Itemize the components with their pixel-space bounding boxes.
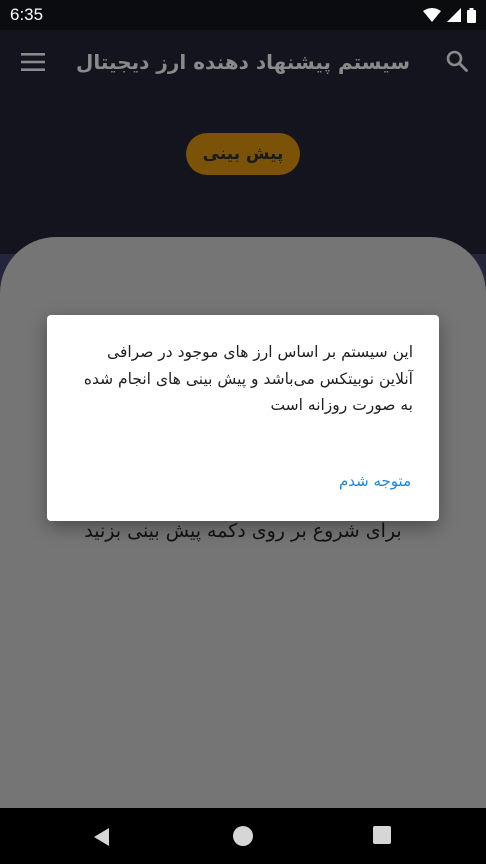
back-icon[interactable] [92, 827, 112, 847]
app-title: سیستم پیشنهاد دهنده ارز دیجیتال [76, 50, 410, 74]
app-screen: 6:35 سیستم پیشنهاد دهنده ارز دیجیتال پیش… [0, 0, 486, 864]
status-icons [423, 7, 476, 23]
start-instruction: برای شروع بر روی دکمه پیش بینی بزنید [84, 520, 402, 542]
menu-button[interactable] [20, 50, 46, 74]
navigation-bar [0, 808, 486, 864]
app-bar: سیستم پیشنهاد دهنده ارز دیجیتال [0, 30, 486, 94]
search-button[interactable] [444, 48, 470, 74]
search-icon [446, 50, 468, 72]
home-icon[interactable] [233, 826, 253, 846]
status-bar: 6:35 [0, 0, 486, 30]
signal-icon [447, 8, 461, 22]
dialog-message: این سیستم بر اساس ارز های موجود در صرافی… [83, 343, 413, 414]
info-dialog: این سیستم بر اساس ارز های موجود در صرافی… [47, 315, 439, 521]
menu-icon [21, 53, 45, 71]
dialog-confirm-button[interactable]: متوجه شدم [339, 472, 411, 490]
wifi-icon [423, 8, 441, 22]
status-time: 6:35 [10, 5, 44, 24]
predict-button[interactable]: پیش بینی [186, 133, 300, 175]
recents-icon[interactable] [373, 826, 391, 844]
battery-icon [467, 7, 476, 23]
